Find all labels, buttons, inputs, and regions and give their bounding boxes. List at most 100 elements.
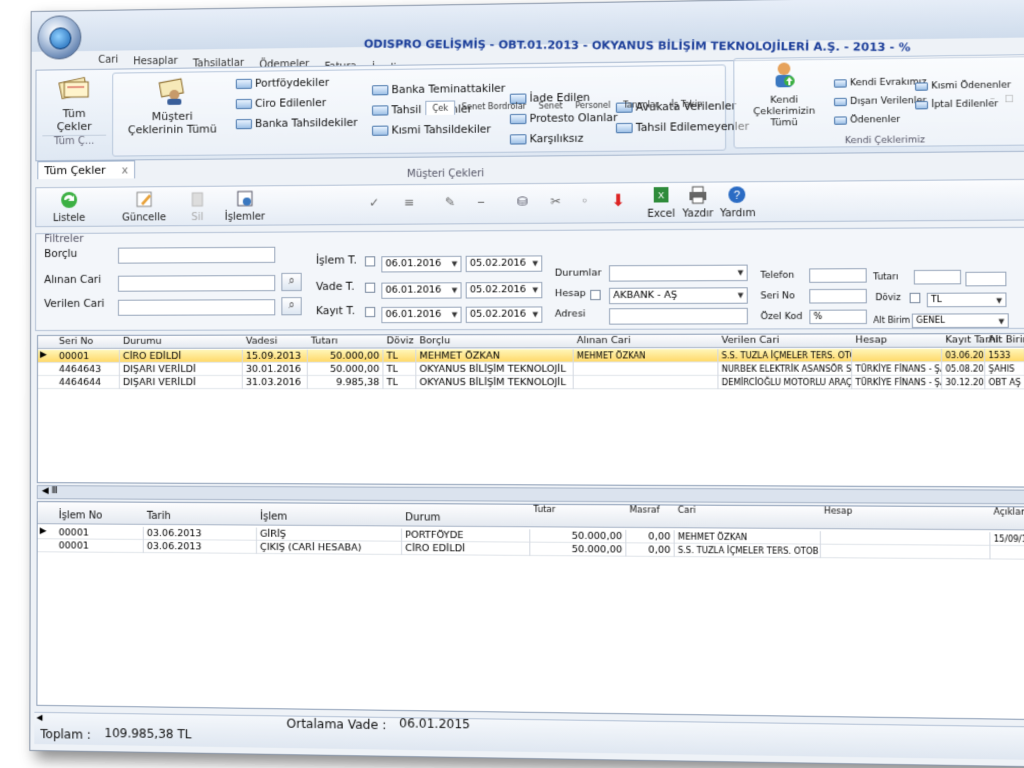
islem-t-end-value: 05.02.2016: [469, 257, 527, 270]
musteri-item[interactable]: Banka Tahsildekiler: [235, 117, 358, 130]
ribbon-tab[interactable]: Senet Bordrolar: [455, 100, 532, 115]
musteri-item[interactable]: Karşılıksız: [509, 133, 583, 146]
column-header[interactable]: Hesap: [821, 506, 991, 517]
musteri-item[interactable]: Tahsil Edilemeyenler: [615, 120, 750, 135]
tum-cekler-button[interactable]: Tüm Çekler Tüm Ç...: [42, 74, 107, 148]
list-icon: [235, 98, 252, 110]
column-header[interactable]: Seri No: [56, 336, 120, 347]
kendi-item[interactable]: Dışarı Verilenler: [834, 96, 926, 107]
table-cell: ÇIKIŞ (CARİ HESABA): [256, 540, 403, 555]
kendi-item[interactable]: Kısmi Ödenenler: [915, 80, 1011, 92]
table-row[interactable]: 4464644 DIŞARI VERİLDİ 31.03.2016 9.985,38 T…: [37, 375, 1024, 390]
column-header[interactable]: Hesap: [852, 334, 942, 346]
islem-t-checkbox[interactable]: [364, 256, 376, 267]
app-orb-button[interactable]: [37, 15, 82, 60]
tutari-min-input[interactable]: [913, 269, 962, 285]
islemler-button[interactable]: İşlemler: [223, 189, 268, 223]
table-cell: ŞAHIS: [985, 362, 1024, 376]
delete-icon: [186, 190, 208, 208]
column-header[interactable]: İşlem No: [56, 510, 144, 522]
dash-icon[interactable]: ⎯: [472, 195, 491, 211]
tab-close-icon[interactable]: x: [122, 163, 129, 176]
seri-no-input[interactable]: [809, 288, 867, 304]
alt-birim-select[interactable]: GENEL ▼: [911, 313, 1009, 329]
musteri-item[interactable]: Portföydekiler: [235, 77, 329, 90]
listele-button[interactable]: Listele: [46, 191, 92, 224]
vade-t-checkbox[interactable]: [364, 282, 376, 293]
kayit-t-end[interactable]: 05.02.2016 ▼: [465, 306, 543, 323]
islem-t-end[interactable]: 05.02.2016 ▼: [465, 255, 543, 273]
table-row[interactable]: 4464643 DIŞARI VERİLDİ 30.01.2016 50.000,00…: [37, 362, 1024, 376]
sil-button[interactable]: Sil: [182, 190, 212, 223]
musteri-cekleri-tumu-button[interactable]: Müşteri Çeklerinin Tümü: [117, 76, 228, 136]
yardim-button[interactable]: ? Yardım: [720, 185, 756, 219]
column-header[interactable]: İşlem: [257, 511, 402, 523]
status-scroll-left-icon[interactable]: ◀: [36, 713, 52, 725]
ribbon-tab[interactable]: Senet: [532, 99, 569, 114]
column-header[interactable]: Açıklama: [990, 507, 1024, 518]
hesap-checkbox[interactable]: [590, 289, 601, 301]
kayit-t-start[interactable]: 06.01.2016 ▼: [381, 306, 462, 324]
verilen-cari-search-icon[interactable]: ⌕: [281, 297, 302, 316]
column-header[interactable]: Tutarı: [308, 335, 384, 346]
telefon-input[interactable]: [809, 268, 867, 283]
adresi-input[interactable]: [609, 307, 748, 325]
tab-tum-cekler[interactable]: Tüm Çekler x: [37, 160, 136, 180]
table-cell: 03.06.2013: [143, 526, 257, 541]
verilen-cari-input[interactable]: [117, 299, 276, 316]
ribbon-tab[interactable]: Personel: [569, 99, 617, 114]
borclu-input[interactable]: [117, 246, 276, 264]
hesap-select[interactable]: AKBANK - AŞ ▼: [608, 287, 748, 305]
scissors-icon[interactable]: ✂: [546, 194, 565, 210]
kendi-item[interactable]: Kendi Evrakımız: [833, 77, 927, 89]
down-arrow-icon[interactable]: ⬇: [609, 190, 628, 210]
column-header[interactable]: Kayıt Tarhi: [942, 334, 998, 346]
column-header[interactable]: Alınan Cari: [574, 335, 719, 347]
kayit-t-checkbox[interactable]: [364, 306, 376, 318]
vade-t-start[interactable]: 06.01.2016 ▼: [381, 282, 462, 299]
drive-icon[interactable]: ⛁: [513, 194, 532, 210]
musteri-item[interactable]: Kısmi Tahsildekiler: [372, 123, 491, 137]
list-edit-icon[interactable]: ≡: [400, 195, 418, 211]
musteri-group-caption: Müşteri Çekleri: [406, 168, 485, 181]
approve-icon[interactable]: ✓: [365, 195, 383, 211]
column-header[interactable]: Vadesi: [243, 335, 308, 347]
durumlar-select[interactable]: ▼: [608, 264, 748, 282]
alinan-cari-input[interactable]: [117, 274, 276, 292]
doviz-checkbox[interactable]: [909, 292, 921, 304]
kendi-ceklerimizin-tumu-button[interactable]: Kendi Çeklerimizin Tümü: [739, 60, 830, 129]
excel-button[interactable]: X Excel: [646, 186, 675, 220]
svg-text:X: X: [658, 190, 664, 200]
column-header[interactable]: Alt Birim: [985, 334, 1024, 346]
islem-t-start[interactable]: 06.01.2016 ▼: [381, 255, 462, 273]
column-header[interactable]: Durumu: [120, 336, 243, 347]
tutari-max-input[interactable]: [965, 271, 1007, 287]
scroll-left-icon[interactable]: ◀ Ⅲ: [42, 486, 58, 496]
column-header[interactable]: Cari: [675, 506, 821, 517]
small-icon[interactable]: ◦: [575, 194, 594, 210]
table-row[interactable]: ▶ 00001 CİRO EDİLDİ 15.09.2013 50.000,00 TL ME…: [37, 348, 1024, 363]
ozel-kod-input[interactable]: %: [809, 309, 867, 325]
column-header[interactable]: Tarih: [144, 511, 257, 523]
musteri-item[interactable]: Banka Teminattakiler: [372, 83, 505, 97]
kendi-item[interactable]: Ödenenler: [834, 115, 900, 126]
column-header[interactable]: Borçlu: [416, 335, 573, 346]
vade-t-end[interactable]: 05.02.2016 ▼: [465, 281, 543, 299]
pen-icon[interactable]: ✎: [441, 195, 460, 211]
yazdir-button[interactable]: Yazdır: [682, 186, 714, 220]
column-header[interactable]: Tutar: [530, 505, 626, 516]
ribbon-tab[interactable]: Tanımlar: [617, 98, 665, 113]
column-header[interactable]: Masraf: [626, 505, 674, 516]
column-header[interactable]: Verilen Cari: [718, 334, 852, 346]
ribbon-tab[interactable]: İş Takip: [665, 97, 709, 112]
column-header[interactable]: Durum: [402, 512, 530, 524]
kendi-item[interactable]: İptal Edilenler: [915, 99, 998, 110]
ribbon-tab[interactable]: Çek: [425, 100, 456, 116]
durumlar-label: Durumlar: [554, 267, 602, 279]
column-header[interactable]: Döviz: [383, 335, 416, 346]
musteri-item[interactable]: Ciro Edilenler: [235, 97, 326, 110]
guncelle-button[interactable]: Güncelle: [118, 190, 170, 224]
alinan-cari-search-icon[interactable]: ⌕: [281, 272, 302, 292]
doviz-select[interactable]: TL ▼: [926, 292, 1007, 308]
musteri-item-label: Tahsil Edilemeyenler: [635, 120, 750, 135]
